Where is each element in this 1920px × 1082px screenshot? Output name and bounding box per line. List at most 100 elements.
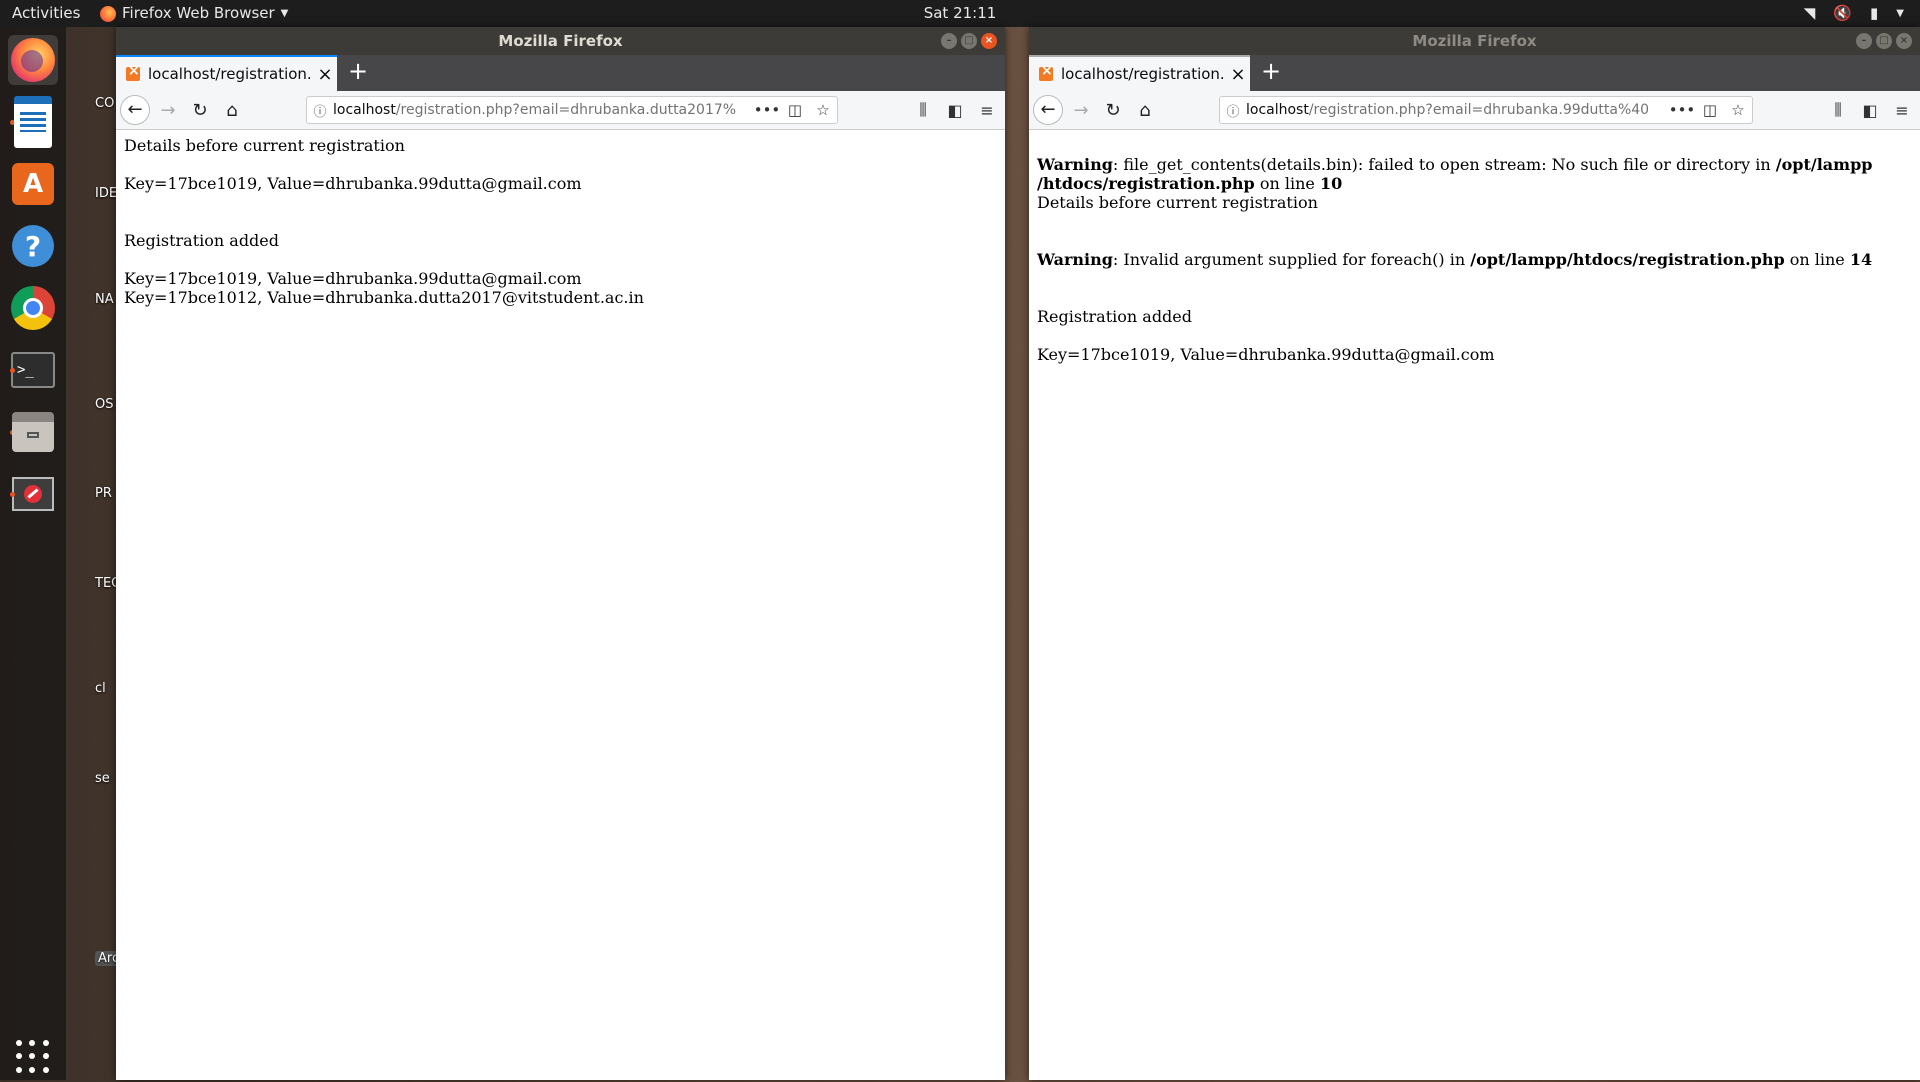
registration-added-text: Registration added	[124, 231, 280, 250]
dock-writer[interactable]	[8, 96, 58, 148]
terminal-icon: >_	[11, 352, 55, 388]
back-button[interactable]: ←	[120, 95, 150, 125]
php-warning: Warning: Invalid argument supplied for f…	[1037, 250, 1873, 269]
volume-icon: 🔇	[1833, 4, 1853, 22]
desktop-icon-label[interactable]: CO	[95, 96, 114, 111]
dock-files[interactable]	[8, 407, 58, 457]
browser-tab[interactable]: localhost/registration.php ×	[116, 55, 337, 91]
close-button[interactable]: ×	[981, 33, 997, 49]
back-button[interactable]: ←	[1033, 95, 1063, 125]
app-menu[interactable]: Firefox Web Browser ▼	[100, 0, 288, 27]
details-heading: Details before current registration	[1037, 193, 1318, 212]
menu-icon[interactable]: ≡	[975, 101, 999, 120]
sidebar-icon[interactable]: ◧	[1858, 101, 1882, 120]
maximize-button[interactable]: □	[1876, 33, 1892, 49]
pocket-icon[interactable]: ◫	[1696, 101, 1724, 119]
tab-title: localhost/registration.php	[1061, 65, 1226, 83]
minimize-button[interactable]: –	[941, 33, 957, 49]
reload-button[interactable]: ↻	[1097, 100, 1129, 121]
url-bar[interactable]: ⓘ localhost/registration.php?email=dhrub…	[306, 96, 838, 124]
details-heading: Details before current registration	[124, 136, 405, 155]
url-text[interactable]: localhost/registration.php?email=dhruban…	[1246, 102, 1668, 118]
url-text[interactable]: localhost/registration.php?email=dhruban…	[333, 102, 753, 118]
software-store-icon: A	[12, 163, 54, 205]
desktop-icon-label[interactable]: OS	[95, 397, 113, 412]
files-icon	[12, 412, 54, 452]
desktop-icon-label[interactable]: se	[95, 771, 110, 786]
pocket-icon[interactable]: ◫	[781, 101, 809, 119]
window-titlebar[interactable]: Mozilla Firefox – □ ×	[1029, 27, 1920, 55]
desktop-icon-label[interactable]: NA	[95, 292, 114, 307]
desktop-icon-label[interactable]: PR	[95, 486, 112, 501]
window-title: Mozilla Firefox	[1412, 32, 1537, 50]
maximize-button[interactable]: □	[961, 33, 977, 49]
help-icon: ?	[12, 225, 54, 267]
clock[interactable]: Sat 21:11	[924, 0, 997, 27]
forward-button[interactable]: →	[152, 100, 184, 121]
firefox-icon	[11, 38, 55, 82]
sidebar-icon[interactable]: ◧	[943, 101, 967, 120]
chevron-down-icon: ▼	[1896, 8, 1904, 19]
library-icon[interactable]: ⫼	[911, 100, 935, 120]
top-bar: Activities Firefox Web Browser ▼ Sat 21:…	[0, 0, 1920, 27]
window-titlebar[interactable]: Mozilla Firefox – □ ×	[116, 27, 1005, 55]
home-button[interactable]: ⌂	[216, 100, 248, 121]
bookmark-star-icon[interactable]: ☆	[1724, 101, 1752, 119]
tab-close-icon[interactable]: ×	[313, 64, 337, 85]
desktop-icon-label[interactable]: IDE	[95, 186, 117, 201]
desktop-icon-label[interactable]: cl	[95, 681, 106, 696]
browser-tab[interactable]: localhost/registration.php ×	[1029, 55, 1250, 91]
activities-button[interactable]: Activities	[12, 0, 80, 27]
registration-entry: Key=17bce1019, Value=dhrubanka.99dutta@g…	[1037, 345, 1495, 364]
dock-firefox[interactable]	[8, 35, 58, 85]
show-apps-icon	[16, 1040, 50, 1074]
dock: A ? >_	[0, 27, 66, 1080]
running-indicator	[10, 492, 15, 497]
tab-title: localhost/registration.php	[148, 65, 313, 83]
dock-help[interactable]: ?	[8, 221, 58, 271]
dock-show-apps[interactable]	[8, 1032, 58, 1082]
window-title: Mozilla Firefox	[498, 32, 623, 50]
tab-strip: localhost/registration.php × +	[1029, 55, 1920, 91]
tab-close-icon[interactable]: ×	[1226, 64, 1250, 85]
registration-entry: Key=17bce1019, Value=dhrubanka.99dutta@g…	[124, 174, 582, 193]
page-content: Warning: file_get_contents(details.bin):…	[1029, 130, 1920, 370]
new-tab-button[interactable]: +	[1261, 57, 1281, 85]
dock-chrome[interactable]	[8, 283, 58, 333]
disc-icon	[12, 477, 54, 511]
home-button[interactable]: ⌂	[1129, 100, 1161, 121]
page-actions-icon[interactable]: •••	[1668, 101, 1696, 119]
firefox-icon	[100, 5, 116, 22]
running-indicator	[10, 368, 15, 373]
navigation-toolbar: ← → ↻ ⌂ ⓘ localhost/registration.php?ema…	[116, 91, 1005, 130]
info-icon[interactable]: ⓘ	[307, 101, 333, 120]
new-tab-button[interactable]: +	[348, 57, 368, 85]
wifi-icon: ◥	[1803, 4, 1816, 22]
forward-button[interactable]: →	[1065, 100, 1097, 121]
system-tray[interactable]: ◥ 🔇 ▮ ▼	[1804, 0, 1904, 27]
close-button[interactable]: ×	[1896, 33, 1912, 49]
bookmark-star-icon[interactable]: ☆	[809, 101, 837, 119]
reload-button[interactable]: ↻	[184, 100, 216, 121]
php-warning: Warning: file_get_contents(details.bin):…	[1037, 155, 1873, 193]
tab-strip: localhost/registration.php × +	[116, 55, 1005, 91]
minimize-button[interactable]: –	[1856, 33, 1872, 49]
info-icon[interactable]: ⓘ	[1220, 101, 1246, 120]
library-icon[interactable]: ⫼	[1826, 100, 1850, 120]
registration-entry: Key=17bce1019, Value=dhrubanka.99dutta@g…	[124, 269, 582, 288]
registration-entry: Key=17bce1012, Value=dhrubanka.dutta2017…	[124, 288, 644, 307]
libreoffice-writer-icon	[14, 96, 52, 148]
chrome-icon	[11, 286, 55, 330]
chevron-down-icon: ▼	[280, 8, 289, 19]
firefox-window-right: Mozilla Firefox – □ × localhost/registra…	[1029, 27, 1920, 1080]
app-menu-label: Firefox Web Browser	[122, 4, 275, 22]
page-content: Details before current registration Key=…	[116, 130, 1005, 313]
dock-terminal[interactable]: >_	[8, 345, 58, 395]
url-bar[interactable]: ⓘ localhost/registration.php?email=dhrub…	[1219, 96, 1753, 124]
menu-icon[interactable]: ≡	[1890, 101, 1914, 120]
registration-added-text: Registration added	[1037, 307, 1193, 326]
page-actions-icon[interactable]: •••	[753, 101, 781, 119]
dock-disc[interactable]	[8, 469, 58, 519]
dock-software[interactable]: A	[8, 159, 58, 209]
navigation-toolbar: ← → ↻ ⌂ ⓘ localhost/registration.php?ema…	[1029, 91, 1920, 130]
